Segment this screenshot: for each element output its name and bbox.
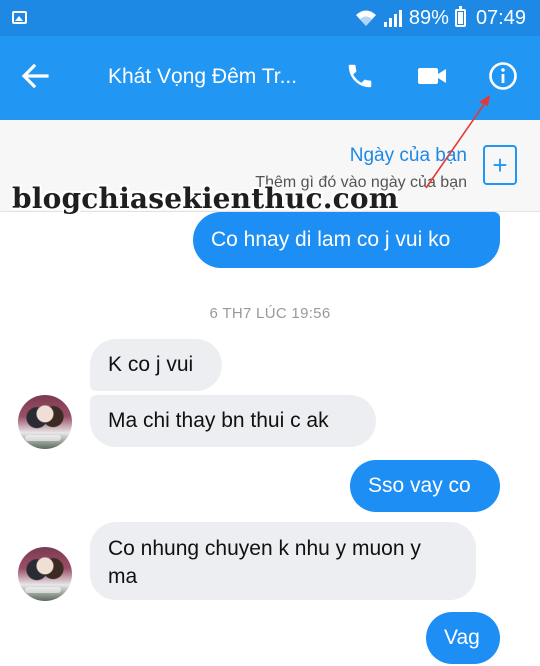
battery-icon [454,6,466,27]
message-text: Sso vay co [368,474,471,497]
chat-header: Khát Vọng Đêm Tr... [0,36,540,120]
add-to-day-button[interactable]: + [483,145,517,185]
message-text-line: Co nhung chuyen k nhu y muon y [108,537,421,560]
timestamp-divider: 6 TH7 LÚC 19:56 [209,305,331,322]
watermark: blogchiasekienthuc.com [12,182,399,215]
message-bubble[interactable]: Sso vay co [350,460,500,512]
status-bar: 89% 07:49 [0,0,540,36]
message-bubble[interactable]: Co nhung chuyen k nhu y muon y ma [90,522,476,600]
message-bubble[interactable]: Ma chi thay bn thui c ak [90,395,376,447]
message-bubble[interactable]: K co j vui [90,339,222,391]
message-bubble[interactable]: Co hnay di lam co j vui ko [193,212,500,268]
battery-percent: 89% [408,6,449,29]
phone-icon [345,61,375,96]
info-icon [488,61,518,96]
message-text: Ma chi thay bn thui c ak [108,409,329,432]
info-button[interactable] [484,59,522,97]
wifi-icon [355,9,377,27]
message-text: K co j vui [108,353,194,376]
arrow-left-icon [21,63,49,94]
back-button[interactable] [18,62,52,94]
video-camera-icon [416,64,448,93]
video-call-button[interactable] [413,59,451,97]
your-day-title[interactable]: Ngày của bạn [350,145,467,167]
message-text-line: ma [108,565,138,588]
message-text: Co hnay di lam co j vui ko [211,228,451,251]
call-button[interactable] [341,59,379,97]
chat-title[interactable]: Khát Vọng Đêm Tr... [108,65,297,89]
gallery-notification-icon [12,11,27,24]
plus-icon: + [492,150,508,180]
clock: 07:49 [475,6,526,29]
signal-icon [383,9,403,27]
status-right: 89% 07:49 [355,5,526,31]
avatar[interactable] [18,395,72,449]
avatar[interactable] [18,547,72,601]
message-text: Vag [444,626,480,649]
message-bubble[interactable]: Vag [426,612,500,664]
